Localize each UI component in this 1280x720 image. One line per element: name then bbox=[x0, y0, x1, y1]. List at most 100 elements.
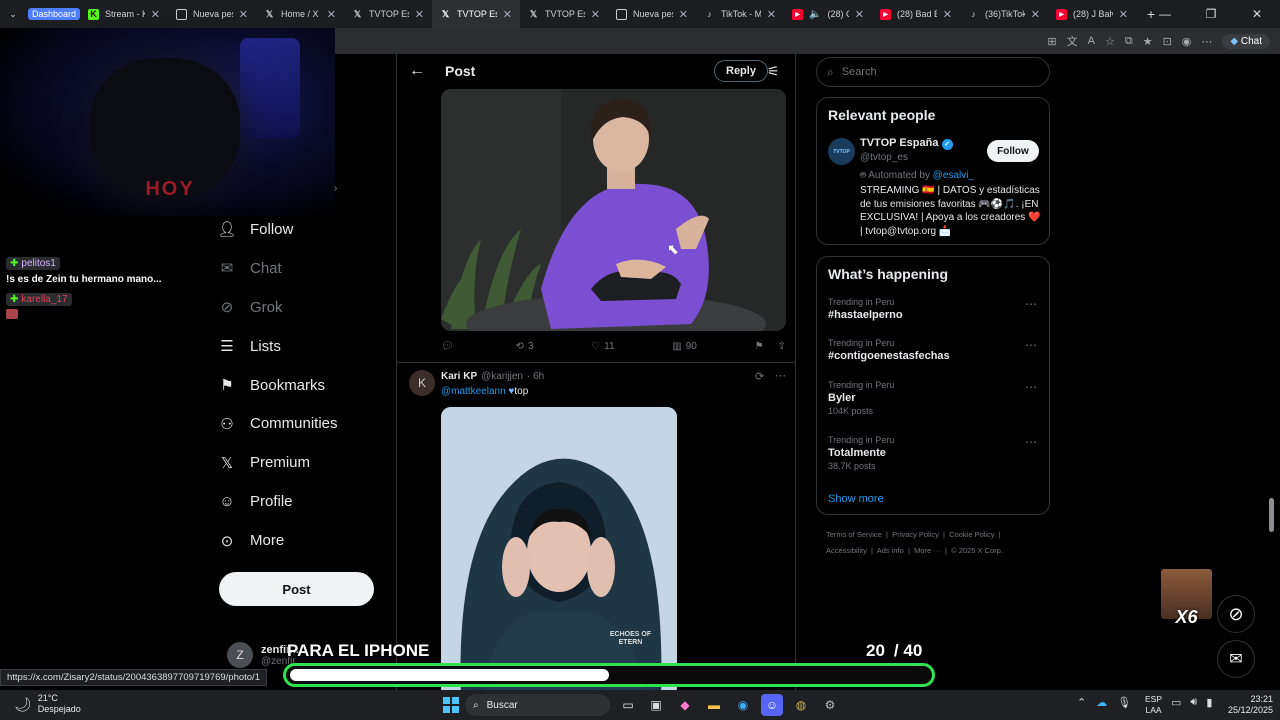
apps-icon[interactable]: ⊞ bbox=[1047, 35, 1056, 48]
grok-floating-button[interactable]: ⊘ bbox=[1217, 595, 1255, 633]
post-photo[interactable]: ⬉ bbox=[441, 89, 786, 331]
messages-floating-button[interactable]: ✉ bbox=[1217, 640, 1255, 678]
back-arrow-icon[interactable]: ← bbox=[409, 62, 425, 80]
task-view-icon[interactable]: ▭ bbox=[617, 694, 639, 716]
reply-button[interactable]: Reply bbox=[714, 60, 768, 82]
clock[interactable]: 23:21 25/12/2025 bbox=[1228, 694, 1273, 716]
edge-icon[interactable]: ◉ bbox=[732, 694, 754, 716]
taskbar-search[interactable]: ⌕ Buscar bbox=[465, 694, 610, 716]
avatar[interactable]: K bbox=[409, 370, 435, 396]
tab-new-2[interactable]: Nueva pestañ ✕ bbox=[608, 0, 696, 28]
tab-actions-menu[interactable]: ⌄ bbox=[0, 0, 26, 28]
tab-dashboard[interactable]: Dashboard bbox=[26, 0, 80, 28]
browser-menu-icon[interactable]: ⋯ bbox=[1201, 35, 1212, 48]
tab-tvtop-3[interactable]: 𝕏 TVTOP Españ ✕ bbox=[520, 0, 608, 28]
more-options-icon[interactable]: ⋯ bbox=[1025, 338, 1037, 352]
minimize-icon[interactable]: — bbox=[1142, 0, 1188, 28]
tab-kick-stream[interactable]: K Stream - Kick ✕ bbox=[80, 0, 168, 28]
language-indicator[interactable]: ESP LAA bbox=[1145, 694, 1162, 716]
footer-link[interactable]: More ··· bbox=[914, 546, 941, 555]
close-icon[interactable]: ✕ bbox=[767, 8, 776, 21]
nav-item-more[interactable]: ⊙ More bbox=[218, 521, 388, 560]
close-icon[interactable]: ✕ bbox=[943, 8, 952, 21]
favorite-star-icon[interactable]: ☆ bbox=[1105, 35, 1115, 48]
close-icon[interactable]: ✕ bbox=[679, 8, 688, 21]
more-options-icon[interactable]: ⋯ bbox=[1025, 435, 1037, 449]
copilot-chat-button[interactable]: ◆ Chat bbox=[1222, 33, 1270, 49]
follow-button[interactable]: Follow bbox=[987, 140, 1039, 162]
file-explorer-icon[interactable]: ▬ bbox=[703, 694, 725, 716]
footer-link[interactable]: Privacy Policy bbox=[892, 530, 939, 539]
nav-item-chat[interactable]: ✉ Chat bbox=[218, 249, 388, 288]
repost-action[interactable]: ⟲ 3 bbox=[515, 341, 533, 352]
automated-by-link[interactable]: @esalvi_ bbox=[933, 170, 974, 181]
reply-photo[interactable]: ECHOES OF ETERN bbox=[441, 407, 677, 690]
start-windows-icon[interactable] bbox=[440, 694, 462, 716]
tab-tvtop-1[interactable]: 𝕏 TVTOP Españ ✕ bbox=[344, 0, 432, 28]
grok-explain-icon[interactable]: ⟳ bbox=[755, 370, 764, 383]
read-aloud-icon[interactable]: A bbox=[1088, 35, 1095, 47]
close-icon[interactable]: ✕ bbox=[855, 8, 864, 21]
tab-tvtop-active[interactable]: 𝕏 TVTOP Españ ✕ bbox=[432, 0, 520, 28]
views-action[interactable]: ▥ 90 bbox=[672, 341, 697, 352]
filter-sliders-icon[interactable]: ⚟ bbox=[767, 63, 780, 80]
post-button[interactable]: Post bbox=[219, 572, 374, 606]
store-icon[interactable]: ▣ bbox=[645, 694, 667, 716]
tab-youtube-1[interactable]: ▶ 🔈 (28) Chri ✕ bbox=[784, 0, 872, 28]
microphone-icon[interactable]: 🎙︎ bbox=[1117, 696, 1131, 709]
nav-item-premium[interactable]: 𝕏 Premium bbox=[218, 443, 388, 482]
close-icon[interactable]: ✕ bbox=[151, 8, 160, 21]
footer-link[interactable]: Terms of Service bbox=[826, 530, 882, 539]
close-window-icon[interactable]: ✕ bbox=[1234, 0, 1280, 28]
bookmark-action[interactable]: ⚑ ⇪ bbox=[755, 341, 786, 352]
page-scrollbar[interactable] bbox=[1268, 56, 1276, 688]
tab-new-1[interactable]: Nueva pestañ ✕ bbox=[168, 0, 256, 28]
mention-link[interactable]: @mattkeelann bbox=[441, 386, 506, 397]
chevron-up-icon[interactable]: ⌃ bbox=[1077, 696, 1086, 709]
nav-item-grok[interactable]: ⊘ Grok bbox=[218, 288, 388, 327]
tab-tiktok-2[interactable]: ♪ (36)TikTok - M ✕ bbox=[960, 0, 1048, 28]
nav-item-bookmarks[interactable]: ⚑ Bookmarks bbox=[218, 366, 388, 405]
tab-youtube-2[interactable]: ▶ (28) Bad Bunn ✕ bbox=[872, 0, 960, 28]
collections-icon[interactable]: ⊡ bbox=[1163, 35, 1172, 48]
close-icon[interactable]: ✕ bbox=[415, 8, 424, 21]
copilot-app-icon[interactable]: ◆ bbox=[674, 694, 696, 716]
show-more-link[interactable]: Show more bbox=[828, 493, 884, 505]
favorites-icon[interactable]: ★ bbox=[1143, 35, 1153, 48]
quick-settings[interactable]: ▭ 🔊︎ ▮ bbox=[1171, 696, 1212, 709]
more-options-icon[interactable]: ⋯ bbox=[1025, 380, 1037, 394]
trend-item[interactable]: Trending in Peru #contigoenestasfechas ⋯ bbox=[817, 338, 1049, 362]
more-options-icon[interactable]: ⋯ bbox=[775, 369, 786, 382]
onedrive-icon[interactable]: ☁ bbox=[1096, 696, 1107, 709]
share-icon[interactable]: ⇪ bbox=[778, 341, 786, 352]
search-input[interactable] bbox=[841, 66, 1022, 78]
search-box[interactable]: ⌕ bbox=[816, 57, 1050, 87]
discord-icon[interactable]: ☺ bbox=[761, 694, 783, 716]
tab-tiktok[interactable]: ♪ TikTok - Make ✕ bbox=[696, 0, 784, 28]
reply-author-name[interactable]: Kari KP bbox=[441, 371, 477, 382]
translate-icon[interactable]: 文 bbox=[1067, 33, 1078, 49]
close-icon[interactable]: ✕ bbox=[327, 8, 336, 21]
avatar[interactable]: TVTOP bbox=[828, 138, 855, 165]
tab-home-x[interactable]: 𝕏 Home / X ✕ bbox=[256, 0, 344, 28]
nav-item-follow[interactable]: 👤︎ Follow bbox=[217, 210, 388, 249]
profile-name[interactable]: TVTOP España bbox=[860, 137, 938, 149]
profile-avatar-icon[interactable]: ◉ bbox=[1182, 35, 1192, 48]
nav-item-lists[interactable]: ☰ Lists bbox=[218, 327, 388, 366]
footer-link[interactable]: Ads info bbox=[877, 546, 904, 555]
trend-item[interactable]: Trending in Peru #hastaelperno ⋯ bbox=[817, 297, 1049, 321]
trend-item[interactable]: Trending in Peru Byler 104K posts ⋯ bbox=[817, 380, 1049, 416]
scrollbar-thumb[interactable] bbox=[1269, 498, 1274, 532]
maximize-icon[interactable]: ❐ bbox=[1188, 0, 1234, 28]
extensions-icon[interactable]: ⧉ bbox=[1125, 35, 1133, 48]
close-icon[interactable]: ✕ bbox=[239, 8, 248, 21]
app-icon[interactable]: ◍ bbox=[790, 694, 812, 716]
close-icon[interactable]: ✕ bbox=[1119, 8, 1128, 21]
tab-youtube-3[interactable]: ▶ (28) J Balvin, J ✕ bbox=[1048, 0, 1136, 28]
footer-link[interactable]: Accessibility bbox=[826, 546, 867, 555]
speaker-icon[interactable]: 🔈 bbox=[809, 9, 821, 20]
like-action[interactable]: ♡ 11 bbox=[591, 341, 614, 352]
trend-item[interactable]: Trending in Peru Totalmente 38.7K posts … bbox=[817, 435, 1049, 471]
nav-item-communities[interactable]: ⚇ Communities bbox=[218, 404, 388, 443]
close-icon[interactable]: ✕ bbox=[503, 8, 512, 21]
